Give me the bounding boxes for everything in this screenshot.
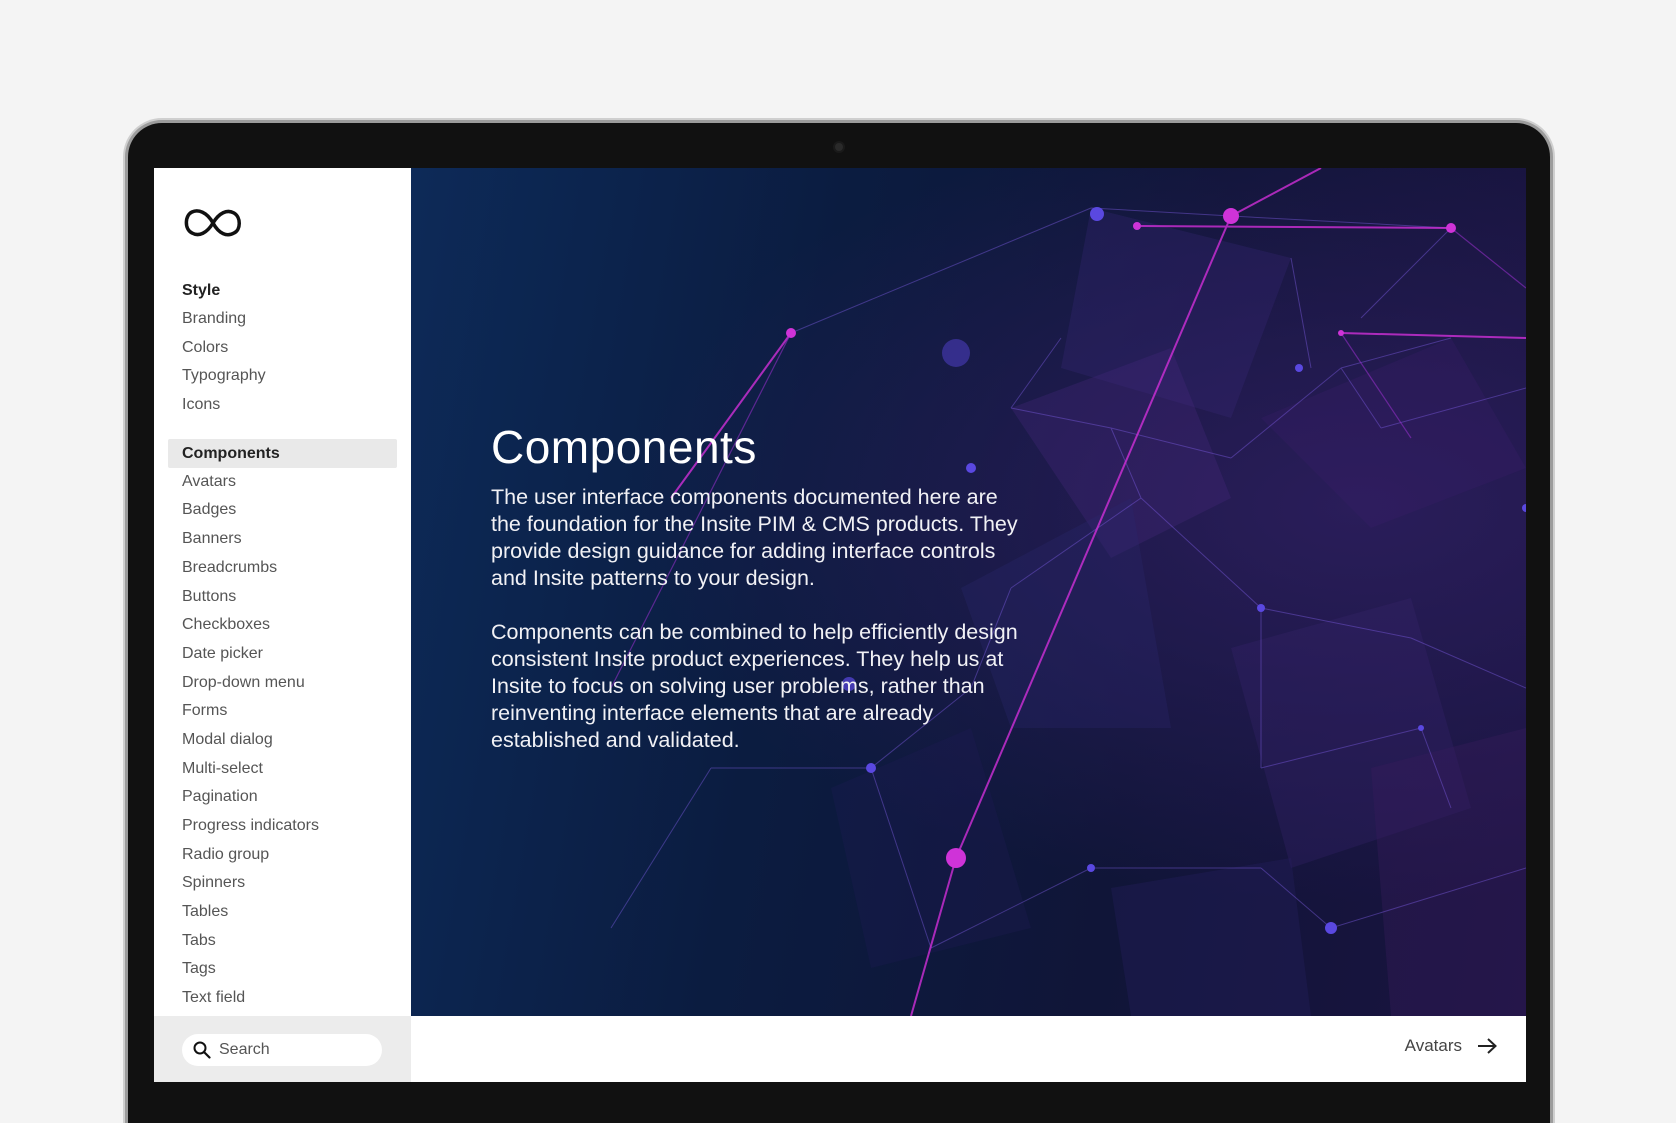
nav-item-colors[interactable]: Colors: [168, 334, 397, 363]
nav-item-pagination[interactable]: Pagination: [168, 783, 397, 812]
nav-item-badges[interactable]: Badges: [168, 496, 397, 525]
nav-item-buttons[interactable]: Buttons: [168, 583, 397, 612]
sidebar-search-area: Search: [154, 1016, 411, 1082]
arrow-right-icon: [1478, 1038, 1497, 1054]
intro-paragraph-2: Components can be combined to help effic…: [491, 620, 1018, 752]
nav-item-branding[interactable]: Branding: [168, 305, 397, 334]
nav-item-spinners[interactable]: Spinners: [168, 869, 397, 898]
nav-item-tabs[interactable]: Tabs: [168, 927, 397, 956]
screen: Style Branding Colors Typography Icons C…: [154, 168, 1526, 1082]
search-placeholder: Search: [219, 1041, 270, 1058]
nav-item-icons[interactable]: Icons: [168, 391, 397, 420]
page-title: Components: [491, 421, 757, 473]
nav-item-progress-indicators[interactable]: Progress indicators: [168, 812, 397, 841]
sidebar: Style Branding Colors Typography Icons C…: [154, 168, 411, 1082]
hero-text-block: Components The user interface components…: [491, 420, 1031, 781]
next-page-link[interactable]: Avatars: [1405, 1036, 1498, 1056]
nav-item-tables[interactable]: Tables: [168, 898, 397, 927]
nav-item-modal-dialog[interactable]: Modal dialog: [168, 726, 397, 755]
search-icon: [193, 1041, 211, 1059]
nav-item-drop-down-menu[interactable]: Drop-down menu: [168, 669, 397, 698]
next-page-label: Avatars: [1404, 1036, 1462, 1055]
intro-paragraph-1: The user interface components documented…: [491, 485, 1018, 590]
hero-banner: Components The user interface components…: [411, 168, 1526, 1016]
nav-group-gap: [168, 420, 397, 439]
nav-item-text-field[interactable]: Text field: [168, 984, 397, 1013]
sidebar-nav: Style Branding Colors Typography Icons C…: [168, 276, 397, 1013]
search-input[interactable]: Search: [182, 1034, 382, 1066]
nav-item-date-picker[interactable]: Date picker: [168, 640, 397, 669]
infinity-logo-icon[interactable]: [180, 203, 246, 243]
camera-dot: [835, 143, 843, 151]
nav-item-forms[interactable]: Forms: [168, 697, 397, 726]
nav-item-checkboxes[interactable]: Checkboxes: [168, 611, 397, 640]
nav-item-breadcrumbs[interactable]: Breadcrumbs: [168, 554, 397, 583]
page-footer: Avatars: [411, 1016, 1526, 1082]
nav-heading-style[interactable]: Style: [168, 276, 397, 305]
nav-item-multi-select[interactable]: Multi-select: [168, 755, 397, 784]
nav-item-typography[interactable]: Typography: [168, 362, 397, 391]
nav-item-banners[interactable]: Banners: [168, 525, 397, 554]
nav-item-avatars[interactable]: Avatars: [168, 468, 397, 497]
nav-item-radio-group[interactable]: Radio group: [168, 841, 397, 870]
nav-heading-components[interactable]: Components: [168, 438, 397, 468]
nav-item-tags[interactable]: Tags: [168, 955, 397, 984]
